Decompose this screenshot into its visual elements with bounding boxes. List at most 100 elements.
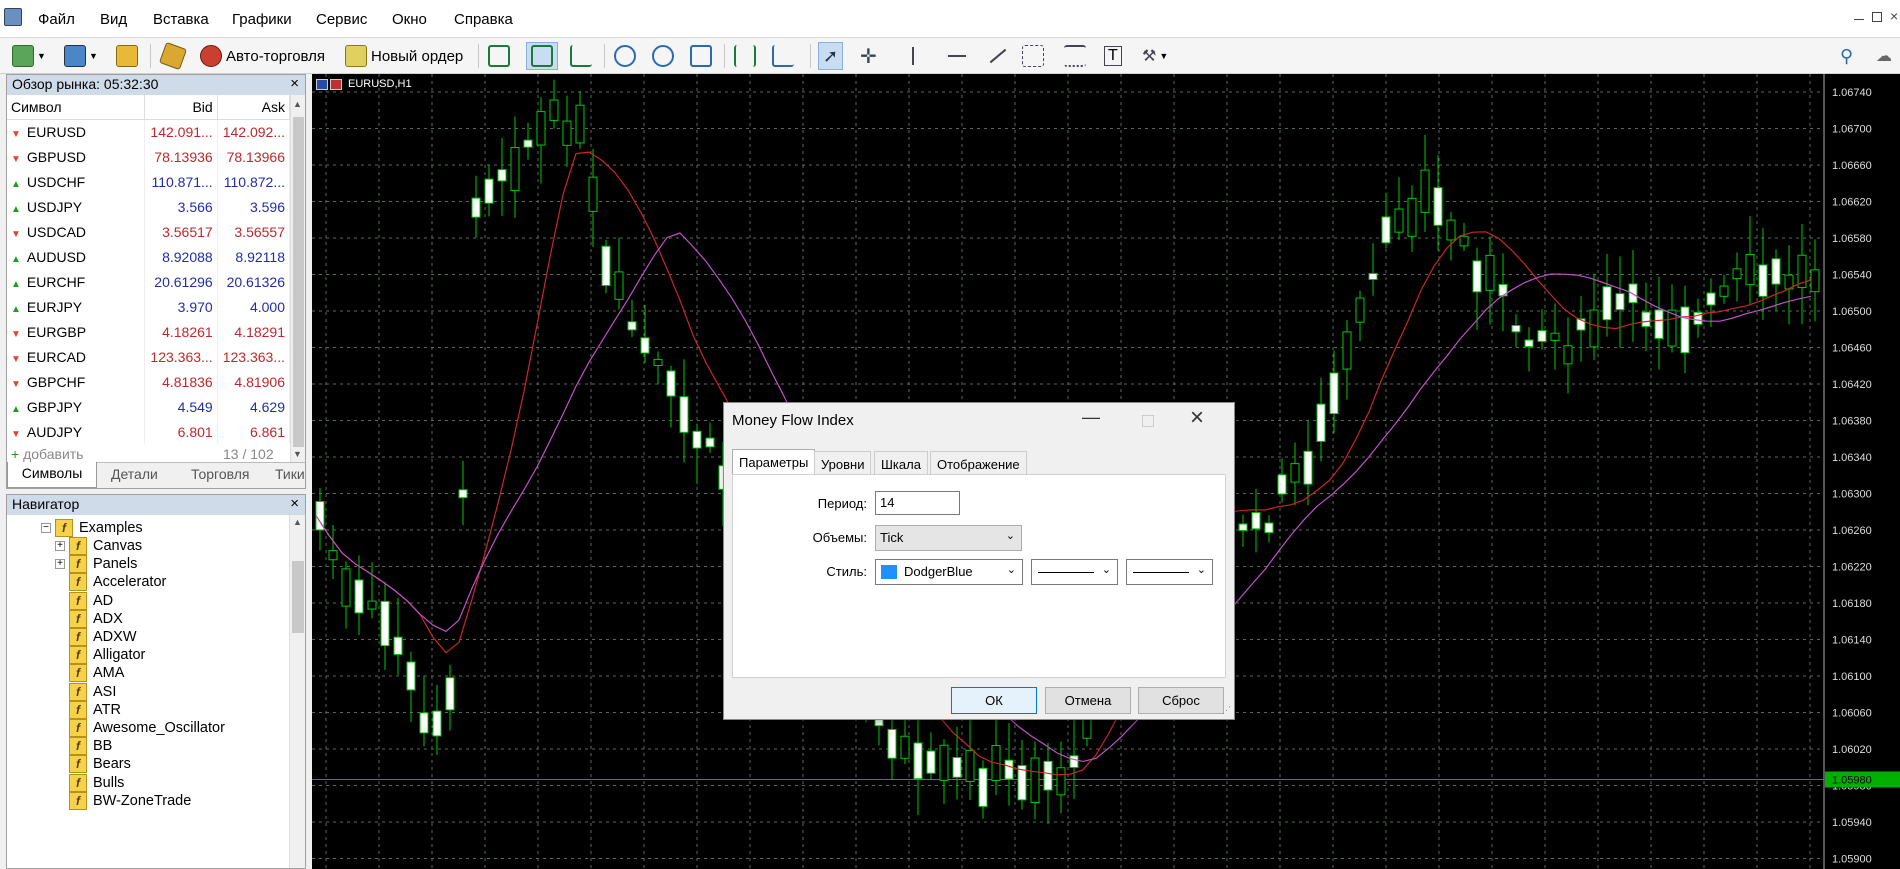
symbol-name: USDCAD <box>26 223 87 240</box>
line-chart-button[interactable] <box>570 42 592 70</box>
expand-icon[interactable]: + <box>55 541 65 551</box>
scroll-up-icon[interactable]: ▲ <box>293 99 302 109</box>
tree-item-label: BW-ZoneTrade <box>93 792 192 809</box>
navigator-scrollbar[interactable]: ▲ <box>289 515 305 868</box>
table-row[interactable]: ▲ GBPJPY 4.549 4.629 <box>7 394 291 419</box>
line-style-select[interactable]: ⌄ <box>1031 559 1118 585</box>
ok-button[interactable]: ОК <box>951 687 1037 714</box>
scroll-up-icon[interactable]: ▲ <box>293 517 302 527</box>
volumes-select[interactable]: Tick ⌄ <box>875 525 1022 551</box>
tab-display[interactable]: Отображение <box>930 451 1027 475</box>
ask-cell: 110.872... <box>217 169 291 194</box>
period-input[interactable]: 14 <box>875 491 960 515</box>
candlestick-button[interactable] <box>526 42 558 70</box>
color-select[interactable]: DodgerBlue ⌄ <box>875 559 1023 585</box>
market-watch-scrollbar[interactable]: ▲ ▼ <box>290 95 305 462</box>
table-row[interactable]: ▼ AUDJPY 6.801 6.861 <box>7 419 291 444</box>
scroll-thumb[interactable] <box>293 117 304 447</box>
close-icon[interactable]: × <box>1190 404 1204 432</box>
table-row[interactable]: ▲ AUDUSD 8.92088 8.92118 <box>7 244 291 269</box>
tree-item-indicator[interactable]: f BW-ZoneTrade <box>69 790 191 812</box>
table-row[interactable]: ▼ USDCAD 3.56517 3.56557 <box>7 219 291 244</box>
zoom-out-button[interactable] <box>652 42 674 70</box>
auto-trading-button[interactable]: Авто-торговля <box>200 42 325 70</box>
reset-button[interactable]: Сброс <box>1138 687 1224 714</box>
vertical-line-button[interactable] <box>912 42 914 70</box>
add-symbol-row[interactable]: + добавить <box>11 446 83 462</box>
candle-body <box>406 661 416 691</box>
column-header-symbol[interactable]: Символ <box>7 95 146 120</box>
style-label: Стиль: <box>826 564 867 579</box>
scroll-down-icon[interactable]: ▼ <box>293 449 302 459</box>
symbol-cell: ▼ EURCAD <box>7 344 146 369</box>
close-window-icon[interactable]: × <box>1890 8 1898 24</box>
tab-details[interactable]: Детали <box>111 466 158 482</box>
trendline-button[interactable] <box>988 42 1008 70</box>
collapse-icon[interactable]: − <box>41 523 51 533</box>
new-chart-button[interactable]: ▼ <box>12 42 46 70</box>
minimize-icon[interactable] <box>1854 19 1864 20</box>
chevron-down-icon: ⌄ <box>1196 564 1206 576</box>
line-chart-icon <box>570 45 592 67</box>
cancel-button[interactable]: Отмена <box>1045 687 1131 714</box>
expand-icon[interactable]: + <box>55 559 65 570</box>
minimize-icon[interactable]: — <box>1082 407 1100 428</box>
tile-windows-button[interactable] <box>690 42 712 70</box>
menu-charts[interactable]: Графики <box>232 11 292 28</box>
tree-item-label: BB <box>93 738 113 755</box>
line-width-select[interactable]: ⌄ <box>1126 559 1213 585</box>
profiles-button[interactable]: ▼ <box>64 42 98 70</box>
table-row[interactable]: ▲ EURCHF 20.61296 20.61326 <box>7 269 291 294</box>
menu-window[interactable]: Окно <box>392 11 427 28</box>
crosshair-button[interactable]: ✛ <box>860 42 877 70</box>
bar-chart-button[interactable] <box>488 42 510 70</box>
menu-help[interactable]: Справка <box>454 11 513 28</box>
chart-shift-button[interactable] <box>734 42 756 70</box>
current-price-label: 1.05980 <box>1832 775 1872 787</box>
horizontal-line-button[interactable] <box>948 42 966 70</box>
maximize-icon <box>1142 415 1154 427</box>
menu-file[interactable]: Файл <box>38 11 75 28</box>
column-header-bid[interactable]: Bid <box>144 95 218 120</box>
table-row[interactable]: ▼ EURGBP 4.18261 4.18291 <box>7 319 291 344</box>
equidistant-channel-button[interactable] <box>1022 42 1044 70</box>
autoscroll-button[interactable] <box>772 42 794 70</box>
zoom-in-button[interactable] <box>614 42 636 70</box>
table-row[interactable]: ▲ USDJPY 3.566 3.596 <box>7 194 291 219</box>
tab-ticks[interactable]: Тики <box>275 466 305 482</box>
close-icon[interactable]: × <box>290 75 299 92</box>
tab-symbols[interactable]: Символы <box>7 462 97 488</box>
metaeditor-button[interactable] <box>158 41 188 71</box>
ask-cell: 3.596 <box>217 194 291 219</box>
new-order-button[interactable]: Новый ордер <box>345 42 463 70</box>
text-button[interactable]: T <box>1104 42 1122 70</box>
table-row[interactable]: ▼ EURCAD 123.363... 123.363... <box>7 344 291 369</box>
scroll-thumb[interactable] <box>292 561 304 633</box>
menu-insert[interactable]: Вставка <box>153 11 209 28</box>
column-header-ask[interactable]: Ask <box>217 95 291 120</box>
close-icon[interactable]: × <box>290 495 299 512</box>
table-row[interactable]: ▼ GBPUSD 78.13936 78.13966 <box>7 144 291 169</box>
chat-button[interactable]: ☁ <box>1876 42 1892 70</box>
cursor-icon: ➚ <box>823 45 839 66</box>
candle-body <box>1433 187 1443 226</box>
objects-menu-button[interactable]: ⚒ ▼ <box>1142 42 1168 70</box>
fibonacci-button[interactable] <box>1064 42 1086 70</box>
cursor-button[interactable]: ➚ <box>818 42 844 70</box>
menu-tools[interactable]: Сервис <box>316 11 367 28</box>
menu-view[interactable]: Вид <box>100 11 127 28</box>
table-row[interactable]: ▼ EURUSD 142.091... 142.092... <box>7 119 291 144</box>
restore-icon[interactable] <box>1872 12 1882 22</box>
tab-trading[interactable]: Торговля <box>191 466 249 482</box>
table-row[interactable]: ▲ USDCHF 110.871... 110.872... <box>7 169 291 194</box>
search-button[interactable]: ⚲ <box>1840 42 1853 70</box>
dollar-icon <box>116 45 138 67</box>
tab-parameters[interactable]: Параметры <box>732 449 816 475</box>
market-watch-button[interactable] <box>116 42 138 70</box>
table-row[interactable]: ▲ EURJPY 3.970 4.000 <box>7 294 291 319</box>
tab-scale[interactable]: Шкала <box>874 451 928 475</box>
table-row[interactable]: ▼ GBPCHF 4.81836 4.81906 <box>7 369 291 394</box>
resize-grip-icon[interactable]: ⋰ <box>1222 705 1231 716</box>
tab-levels[interactable]: Уровни <box>814 451 872 475</box>
folder-label: Examples <box>79 520 143 536</box>
